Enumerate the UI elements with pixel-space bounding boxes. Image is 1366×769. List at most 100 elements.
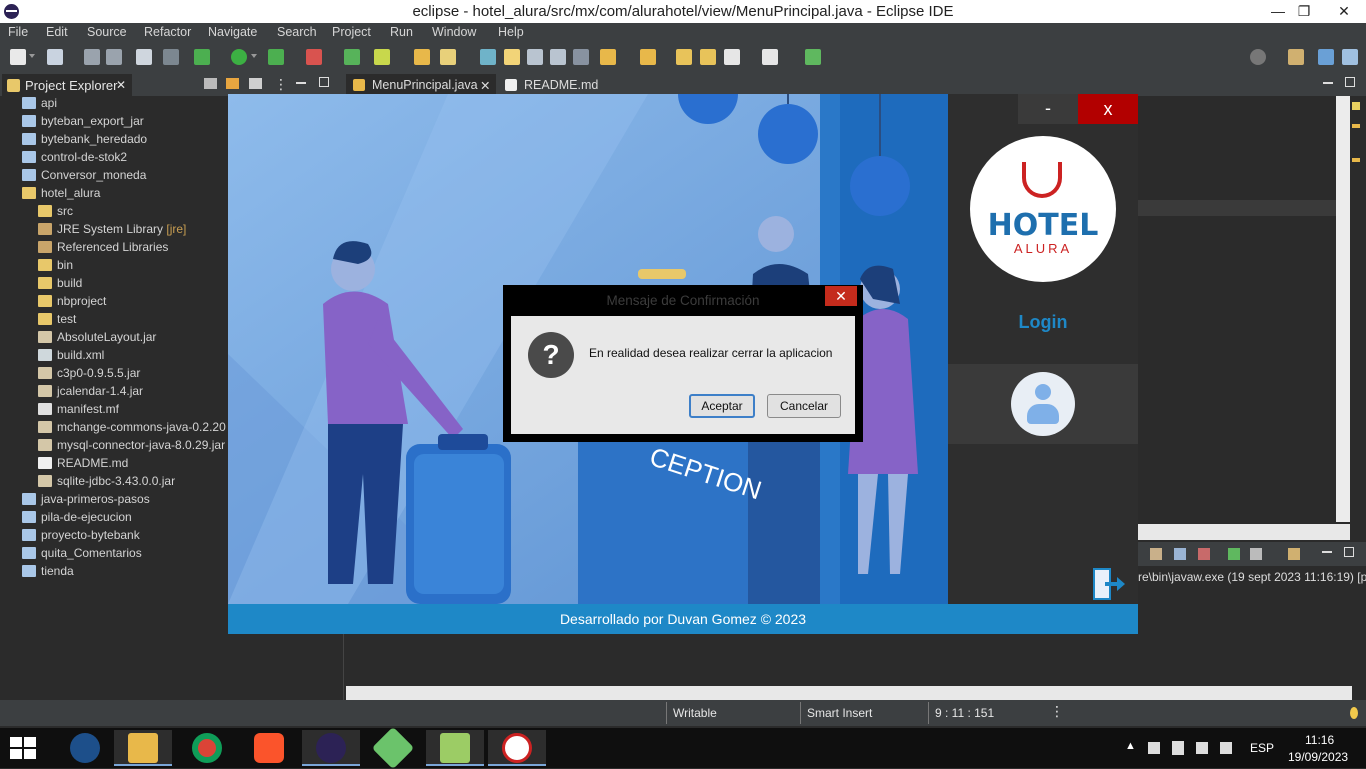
menu-project[interactable]: Project	[332, 25, 371, 39]
java-app-task[interactable]	[488, 730, 546, 766]
console-select-icon[interactable]	[1250, 548, 1262, 560]
debug-perspective-icon[interactable]	[1342, 49, 1358, 65]
menu-window[interactable]: Window	[432, 25, 476, 39]
tree-item[interactable]: c3p0-0.9.5.5.jar	[38, 366, 140, 384]
editor-horizontal-scrollbar[interactable]	[346, 686, 1352, 700]
tree-item[interactable]: nbproject	[38, 294, 106, 312]
run-icon[interactable]	[231, 49, 247, 65]
project-explorer-tab[interactable]: Project Explorer ✕	[2, 74, 132, 96]
maximize-console-icon[interactable]	[1344, 547, 1354, 557]
coverage-icon[interactable]	[268, 49, 284, 65]
back-arrow-icon[interactable]	[724, 49, 740, 65]
filter-icon[interactable]	[249, 78, 262, 89]
clock-date[interactable]: 19/09/2023	[1288, 750, 1348, 764]
tree-item[interactable]: src	[38, 204, 73, 222]
tree-item[interactable]: JRE System Library [jre]	[38, 222, 186, 240]
console-open-icon[interactable]	[1228, 548, 1240, 560]
save-icon[interactable]	[84, 49, 100, 65]
console-pin-icon[interactable]	[1150, 548, 1162, 560]
tree-item[interactable]: test	[38, 312, 76, 330]
tree-item[interactable]: mysql-connector-java-8.0.29.jar	[38, 438, 225, 456]
open-perspective-icon[interactable]	[1288, 49, 1304, 65]
tree-item[interactable]: tienda	[22, 564, 74, 582]
volume-icon[interactable]	[1220, 742, 1232, 754]
menu-source[interactable]: Source	[87, 25, 127, 39]
collapse-all-icon[interactable]	[204, 78, 217, 89]
menu-refactor[interactable]: Refactor	[144, 25, 191, 39]
login-button-panel[interactable]	[948, 364, 1138, 444]
next-annotation-icon[interactable]	[600, 49, 616, 65]
run-dropdown-icon[interactable]	[251, 54, 257, 58]
menu-file[interactable]: File	[8, 25, 28, 39]
tree-item[interactable]: AbsoluteLayout.jar	[38, 330, 156, 348]
show-hidden-icons-icon[interactable]: ▲	[1125, 740, 1136, 752]
new-console-icon[interactable]	[1288, 548, 1300, 560]
debug-icon[interactable]	[194, 49, 210, 65]
app-close-button[interactable]: x	[1078, 94, 1138, 124]
tree-item[interactable]: quita_Comentarios	[22, 546, 142, 564]
exit-door-icon[interactable]	[1091, 568, 1125, 600]
forward-edit-icon[interactable]	[700, 49, 716, 65]
view-menu-icon[interactable]: ⋮	[274, 76, 288, 93]
block-selection-icon[interactable]	[527, 49, 543, 65]
tree-item[interactable]: Referenced Libraries	[38, 240, 168, 258]
tree-item[interactable]: sqlite-jdbc-3.43.0.0.jar	[38, 474, 175, 492]
console-remove-icon[interactable]	[1198, 548, 1210, 560]
tip-bulb-icon[interactable]	[1350, 707, 1358, 719]
close-icon[interactable]: ✕	[480, 78, 490, 93]
search-toolbar-icon[interactable]	[440, 49, 456, 65]
prev-annotation-icon[interactable]	[640, 49, 656, 65]
toggle-icon[interactable]	[136, 49, 152, 65]
new-icon[interactable]	[10, 49, 26, 65]
editor-vertical-scrollbar[interactable]	[1336, 96, 1350, 522]
tree-item[interactable]: byteban_export_jar	[22, 114, 144, 132]
menu-search[interactable]: Search	[277, 25, 317, 39]
open-type-icon[interactable]	[414, 49, 430, 65]
app-minimize-button[interactable]: -	[1018, 94, 1078, 124]
new-java-project-icon[interactable]	[344, 49, 360, 65]
windows-start-icon[interactable]	[10, 737, 36, 759]
cancelar-button[interactable]: Cancelar	[767, 394, 841, 418]
network-icon[interactable]	[1196, 742, 1208, 754]
tree-item[interactable]: README.md	[38, 456, 128, 474]
tree-item[interactable]: proyecto-bytebank	[22, 528, 140, 546]
tree-item[interactable]: build	[38, 276, 82, 294]
tab-readme-md[interactable]: README.md	[498, 74, 608, 96]
tree-item[interactable]: bin	[38, 258, 73, 276]
aceptar-button[interactable]: Aceptar	[689, 394, 755, 418]
clock-time[interactable]: 11:16	[1305, 733, 1334, 747]
save-all-icon[interactable]	[106, 49, 122, 65]
dialog-close-button[interactable]: ✕	[825, 286, 857, 306]
tree-item[interactable]: api	[22, 96, 57, 114]
minimize-editor-icon[interactable]	[1323, 82, 1333, 84]
user-avatar-icon[interactable]	[1011, 372, 1075, 436]
java-perspective-icon[interactable]	[1318, 49, 1334, 65]
search-icon[interactable]	[1250, 49, 1266, 65]
brave-task[interactable]	[240, 730, 298, 766]
maximize-editor-icon[interactable]	[1345, 77, 1355, 87]
tree-item[interactable]: bytebank_heredado	[22, 132, 147, 150]
restore-button[interactable]: ❐	[1288, 0, 1320, 23]
external-tools-icon[interactable]	[306, 49, 322, 65]
link-editor-icon[interactable]	[226, 78, 239, 89]
flag-icon[interactable]	[1148, 742, 1160, 754]
eclipse-task[interactable]	[302, 730, 360, 766]
tree-item[interactable]: manifest.mf	[38, 402, 119, 420]
git-task[interactable]	[364, 726, 422, 769]
chrome-task[interactable]	[178, 730, 236, 766]
highlight-icon[interactable]	[504, 49, 520, 65]
menu-edit[interactable]: Edit	[46, 25, 68, 39]
show-whitespace-icon[interactable]	[550, 49, 566, 65]
tree-item[interactable]: build.xml	[38, 348, 104, 366]
new-package-icon[interactable]	[47, 49, 63, 65]
maximize-view-icon[interactable]	[319, 77, 329, 87]
new-class-icon[interactable]	[374, 49, 390, 65]
skip-breakpoints-icon[interactable]	[163, 49, 179, 65]
minimize-console-icon[interactable]	[1322, 551, 1332, 553]
h2-database-task[interactable]	[56, 730, 114, 766]
tree-item[interactable]: mchange-commons-java-0.2.20	[38, 420, 226, 438]
new-dropdown-icon[interactable]	[29, 54, 35, 58]
tree-item[interactable]: Conversor_moneda	[22, 168, 146, 186]
console-display-icon[interactable]	[1174, 548, 1186, 560]
menu-help[interactable]: Help	[498, 25, 524, 39]
